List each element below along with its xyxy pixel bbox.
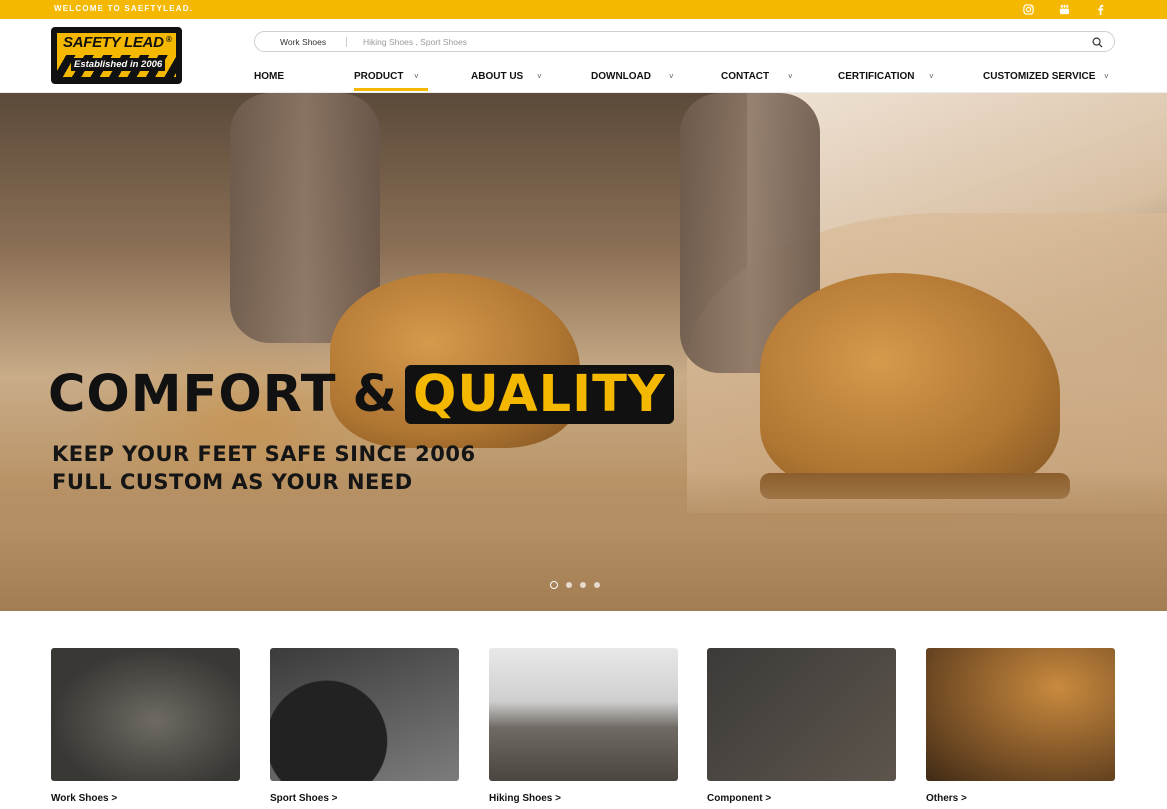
top-bar: WELCOME TO SAEFTYLEAD. xyxy=(0,0,1167,19)
category-card-others[interactable]: Others > xyxy=(926,648,1115,804)
category-label[interactable]: Hiking Shoes > xyxy=(489,793,561,804)
slider-dots xyxy=(550,581,600,589)
hero-subtitle-line2: FULL CUSTOM AS YOUR NEED xyxy=(52,470,413,494)
search-input[interactable] xyxy=(363,35,1063,49)
category-section: Work Shoes > Sport Shoes > Hiking Shoes … xyxy=(0,611,1167,809)
nav-certification[interactable]: CERTIFICATION ˅ xyxy=(838,71,934,93)
category-card-work-shoes[interactable]: Work Shoes > xyxy=(51,648,240,804)
search-icon[interactable] xyxy=(1090,35,1104,49)
hero-title-amp: & xyxy=(352,364,397,424)
welcome-text: WELCOME TO SAEFTYLEAD. xyxy=(54,4,194,13)
hero-title-part1: COMFORT xyxy=(48,364,337,424)
nav-about-us[interactable]: ABOUT US ˅ xyxy=(471,71,542,93)
category-card-hiking-shoes[interactable]: Hiking Shoes > xyxy=(489,648,678,804)
nav-download[interactable]: DOWNLOAD ˅ xyxy=(591,71,674,93)
category-card-component[interactable]: Component > xyxy=(707,648,896,804)
chevron-down-icon: ˅ xyxy=(929,72,934,81)
slider-dot-4[interactable] xyxy=(594,582,600,588)
site-header: SAFETY LEAD ® Established in 2006 Work S… xyxy=(0,19,1167,93)
category-image-sport-shoes xyxy=(270,648,459,781)
category-card-sport-shoes[interactable]: Sport Shoes > xyxy=(270,648,459,804)
chevron-down-icon: ˅ xyxy=(788,72,793,81)
nav-home[interactable]: HOME xyxy=(254,71,284,93)
search-bar: Work Shoes xyxy=(254,31,1115,52)
hero-title: COMFORT & QUALITY xyxy=(48,364,674,424)
facebook-icon[interactable] xyxy=(1093,2,1107,16)
youtube-icon[interactable] xyxy=(1057,2,1071,16)
category-image-work-shoes xyxy=(51,648,240,781)
category-label[interactable]: Others > xyxy=(926,793,967,804)
category-image-component xyxy=(707,648,896,781)
category-label[interactable]: Work Shoes > xyxy=(51,793,117,804)
slider-dot-1[interactable] xyxy=(550,581,558,589)
category-image-hiking-shoes xyxy=(489,648,678,781)
slider-dot-2[interactable] xyxy=(566,582,572,588)
hero-banner[interactable]: COMFORT & QUALITY KEEP YOUR FEET SAFE SI… xyxy=(0,93,1167,611)
main-nav: HOME PRODUCT ˅ ABOUT US ˅ DOWNLOAD ˅ CONTAC… xyxy=(0,68,1167,93)
search-divider xyxy=(346,37,347,47)
logo-name: SAFETY LEAD xyxy=(63,34,164,51)
chevron-down-icon: ˅ xyxy=(669,72,674,81)
hero-title-part2: QUALITY xyxy=(404,364,674,424)
logo-registered-mark: ® xyxy=(166,35,172,44)
chevron-down-icon: ˅ xyxy=(1104,72,1109,81)
chevron-down-icon: ˅ xyxy=(414,72,419,81)
hero-subtitle-line1: KEEP YOUR FEET SAFE SINCE 2006 xyxy=(52,442,476,466)
category-image-others xyxy=(926,648,1115,781)
slider-dot-3[interactable] xyxy=(580,582,586,588)
chevron-down-icon: ˅ xyxy=(537,72,542,81)
category-label[interactable]: Sport Shoes > xyxy=(270,793,338,804)
nav-customized-service[interactable]: CUSTOMIZED SERVICE ˅ xyxy=(983,71,1109,93)
search-category[interactable]: Work Shoes xyxy=(280,37,326,47)
nav-product[interactable]: PRODUCT ˅ xyxy=(354,71,429,93)
instagram-icon[interactable] xyxy=(1021,2,1035,16)
category-label[interactable]: Component > xyxy=(707,793,771,804)
nav-contact[interactable]: CONTACT ˅ xyxy=(721,71,793,93)
